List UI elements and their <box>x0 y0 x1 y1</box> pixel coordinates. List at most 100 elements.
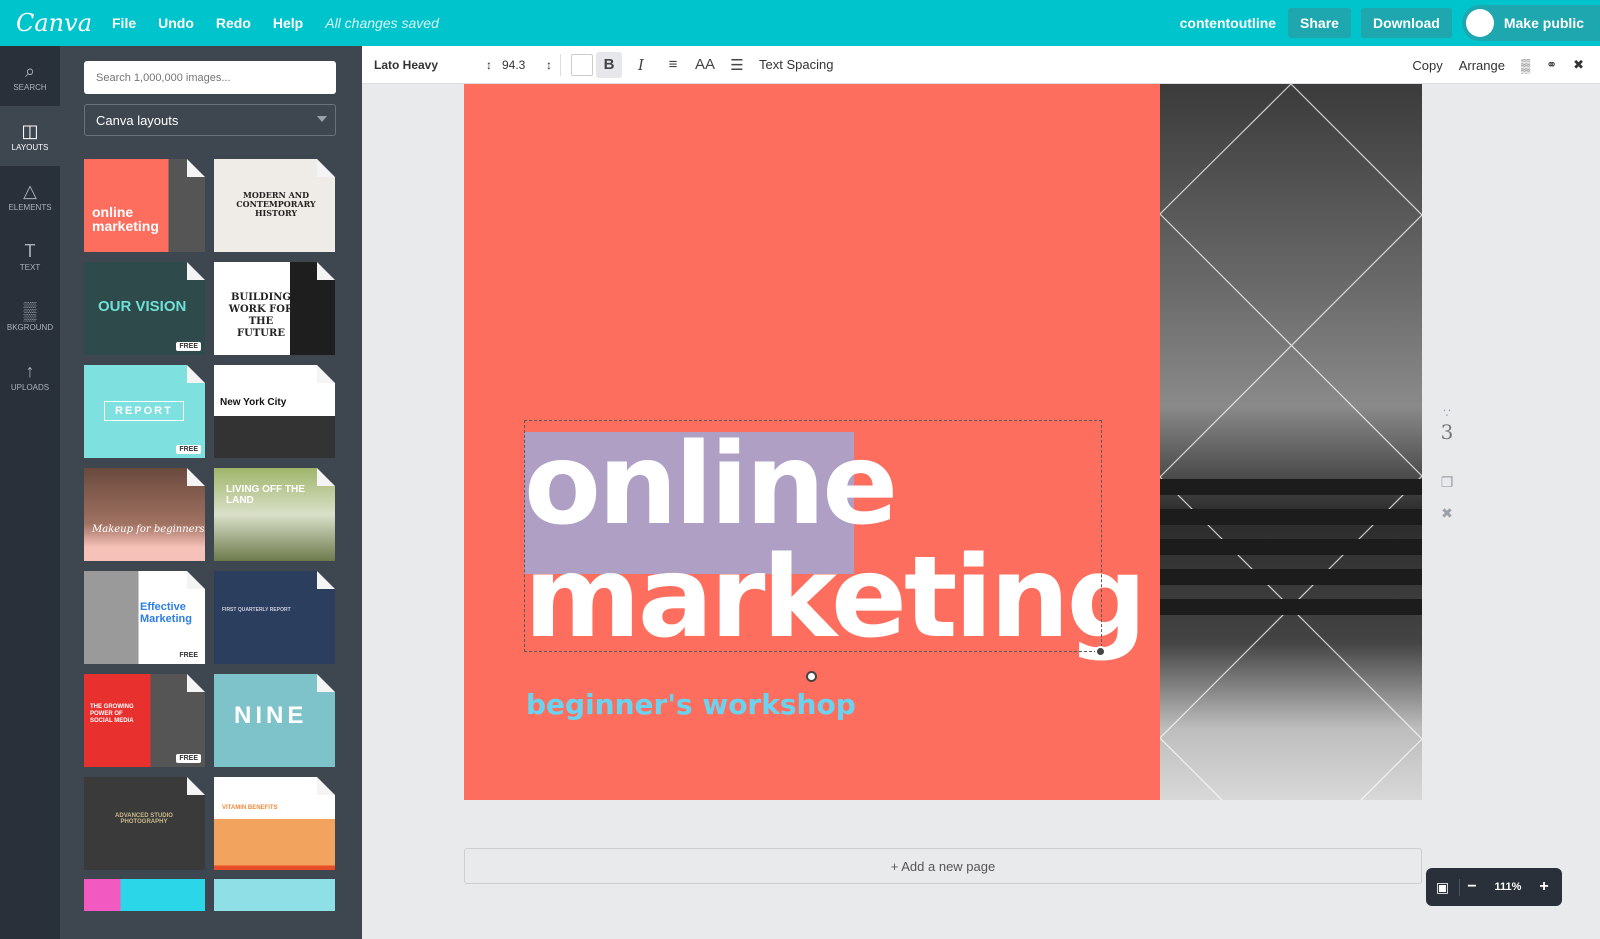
fold-corner <box>317 159 335 177</box>
layout-thumb[interactable] <box>214 879 335 911</box>
search-icon: ⌕ <box>24 60 36 81</box>
fold-corner <box>187 262 205 280</box>
layout-thumb[interactable] <box>84 879 205 911</box>
layout-thumb[interactable]: THE GROWING POWER OF SOCIAL MEDIA FREE <box>84 674 205 767</box>
duplicate-page-icon[interactable]: ❐ <box>1436 474 1458 491</box>
toolbar-right: Copy Arrange ▒ ⚭ ✖ <box>1412 46 1600 84</box>
elements-icon: △ <box>23 180 37 201</box>
updown-icon: ↕ <box>486 57 492 72</box>
thumb-label: FIRST QUARTERLY REPORT <box>222 607 291 613</box>
fold-corner <box>187 159 205 177</box>
present-icon[interactable]: ▣ <box>1426 878 1460 896</box>
thumb-label: NINE <box>234 702 308 729</box>
rail-background-label: BKGROUND <box>6 322 54 332</box>
layout-source-dropdown[interactable]: Canva layouts <box>84 104 336 136</box>
grip-icon[interactable]: ∵ <box>1436 406 1458 420</box>
design-page[interactable]: online marketing beginner's workshop <box>464 84 1422 800</box>
layout-thumb[interactable]: New York City <box>214 365 335 458</box>
menu-undo[interactable]: Undo <box>158 15 194 31</box>
layout-thumb[interactable]: BUILDING WORK FOR THE FUTURE <box>214 262 335 355</box>
layout-thumb[interactable]: ADVANCED STUDIO PHOTOGRAPHY <box>84 777 205 870</box>
selection-box <box>524 420 1102 652</box>
layout-thumb[interactable]: online marketing <box>84 159 205 252</box>
make-public-button[interactable]: Make public <box>1461 5 1600 41</box>
align-left-icon[interactable]: ≡ <box>660 52 686 78</box>
make-public-label: Make public <box>1503 15 1584 31</box>
divider <box>560 53 561 76</box>
rail-background[interactable]: ▒ BKGROUND <box>0 286 60 346</box>
zoom-in-button[interactable]: + <box>1532 878 1556 896</box>
free-badge: FREE <box>176 651 201 660</box>
left-rail: ⌕ SEARCH ◫ LAYOUTS △ ELEMENTS T TEXT ▒ B… <box>0 46 60 939</box>
rail-layouts[interactable]: ◫ LAYOUTS <box>0 106 60 166</box>
image-search-input[interactable] <box>84 61 336 94</box>
page-number: 3 <box>1440 420 1454 444</box>
list-icon[interactable]: ☰ <box>724 52 750 78</box>
fold-corner <box>187 571 205 589</box>
menu-help[interactable]: Help <box>273 15 303 31</box>
rail-text[interactable]: T TEXT <box>0 226 60 286</box>
text-case-button[interactable]: AA <box>692 52 718 78</box>
zoom-control: ▣ − 111% + <box>1426 868 1562 906</box>
team-name[interactable]: contentoutline <box>1180 15 1276 31</box>
layout-thumb[interactable]: REPORT FREE <box>84 365 205 458</box>
font-family-value: Lato Heavy <box>374 57 439 72</box>
layouts-panel: Canva layouts online marketing MODERN AN… <box>60 46 362 939</box>
rotate-handle[interactable] <box>806 671 817 682</box>
page-controls: ∵ 3 ❐ ✖ <box>1436 406 1458 522</box>
transparency-icon[interactable]: ▒ <box>1521 58 1530 73</box>
layout-thumb[interactable]: MODERN AND CONTEMPORARY HISTORY <box>214 159 335 252</box>
font-size-value: 94.3 <box>502 57 526 72</box>
background-icon: ▒ <box>23 300 37 321</box>
laptop-photo[interactable] <box>1160 84 1422 800</box>
layout-thumb[interactable]: VITAMIN BENEFITS <box>214 777 335 870</box>
rail-uploads[interactable]: ↑ UPLOADS <box>0 346 60 406</box>
zoom-out-button[interactable]: − <box>1460 878 1484 896</box>
dropdown-value: Canva layouts <box>96 112 179 128</box>
fold-corner <box>317 571 335 589</box>
italic-button[interactable]: I <box>628 52 654 78</box>
layout-thumb[interactable]: OUR VISION FREE <box>84 262 205 355</box>
save-status: All changes saved <box>325 15 439 31</box>
font-size-select[interactable]: 94.3 ↕ <box>502 58 552 72</box>
text-spacing-button[interactable]: Text Spacing <box>759 57 833 72</box>
rail-elements-label: ELEMENTS <box>8 202 52 212</box>
canva-logo[interactable]: Canva <box>16 9 96 37</box>
layout-thumb[interactable]: LIVING OFF THE LAND <box>214 468 335 561</box>
menu-redo[interactable]: Redo <box>216 15 251 31</box>
layout-thumb[interactable]: FIRST QUARTERLY REPORT <box>214 571 335 664</box>
add-page-button[interactable]: + Add a new page <box>464 848 1422 884</box>
free-badge: FREE <box>176 754 201 763</box>
fold-corner <box>317 262 335 280</box>
free-badge: FREE <box>176 445 201 454</box>
fold-corner <box>187 468 205 486</box>
layout-thumb[interactable]: Makeup for beginners <box>84 468 205 561</box>
menu-file[interactable]: File <box>112 15 136 31</box>
thumb-label: ADVANCED STUDIO PHOTOGRAPHY <box>115 813 173 825</box>
fold-corner <box>187 674 205 692</box>
download-button[interactable]: Download <box>1360 8 1452 38</box>
delete-page-icon[interactable]: ✖ <box>1436 505 1458 522</box>
link-icon[interactable]: ⚭ <box>1546 57 1557 73</box>
font-family-select[interactable]: Lato Heavy ↕ <box>374 58 492 72</box>
layouts-icon: ◫ <box>21 120 39 141</box>
chevron-down-icon <box>317 116 327 122</box>
layout-thumb[interactable]: NINE <box>214 674 335 767</box>
thumb-label: LIVING OFF THE LAND <box>226 484 305 506</box>
rail-elements[interactable]: △ ELEMENTS <box>0 166 60 226</box>
rail-search[interactable]: ⌕ SEARCH <box>0 46 60 106</box>
copy-button[interactable]: Copy <box>1412 58 1442 73</box>
updown-icon: ↕ <box>546 57 552 72</box>
subtitle-text[interactable]: beginner's workshop <box>526 688 856 721</box>
resize-handle[interactable] <box>1095 646 1106 657</box>
trash-icon[interactable]: ✖ <box>1573 57 1584 73</box>
text-color-swatch[interactable] <box>571 53 593 76</box>
share-button[interactable]: Share <box>1288 8 1351 38</box>
thumb-label: online marketing <box>92 204 159 234</box>
arrange-button[interactable]: Arrange <box>1459 58 1505 73</box>
fold-corner <box>187 777 205 795</box>
free-badge: FREE <box>176 342 201 351</box>
bold-button[interactable]: B <box>596 51 622 78</box>
layout-thumb[interactable]: Effective Marketing FREE <box>84 571 205 664</box>
fold-corner <box>187 365 205 383</box>
